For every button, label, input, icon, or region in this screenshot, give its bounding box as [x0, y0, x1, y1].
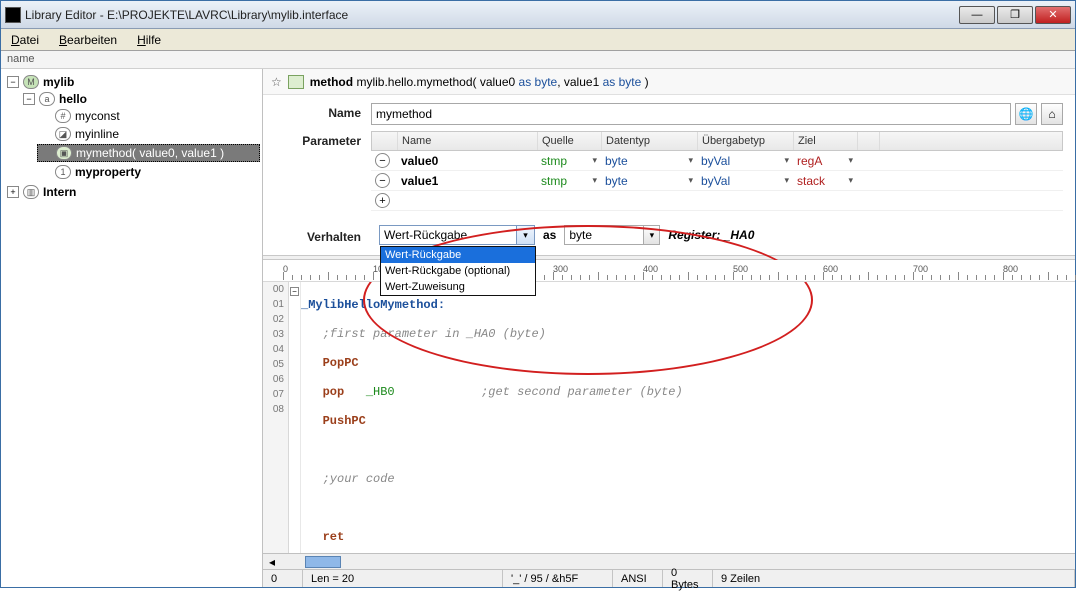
chevron-down-icon[interactable]: ▾ [784, 175, 789, 186]
menu-help[interactable]: Hilfe [133, 31, 165, 49]
parameter-table: Name Quelle Datentyp Übergabetyp Ziel − … [371, 131, 1063, 211]
tree-label: hello [59, 92, 87, 106]
fold-icon[interactable]: − [290, 287, 299, 296]
star-icon: ☆ [271, 75, 282, 89]
tree-label: Intern [43, 185, 76, 199]
window-controls: — ❐ ✕ [957, 6, 1071, 24]
scroll-left-icon[interactable]: ◂ [263, 555, 281, 569]
name-input[interactable] [371, 103, 1011, 125]
folder-icon: ▥ [23, 185, 39, 199]
expander-icon[interactable]: − [7, 76, 19, 88]
dropdown-option[interactable]: Wert-Zuweisung [381, 279, 535, 295]
tree-node-intern[interactable]: + ▥ Intern [5, 184, 260, 200]
table-row[interactable]: − value1 stmp▾ byte▾ byVal▾ stack▾ [371, 171, 1063, 191]
tree-node-myinline[interactable]: ◪ myinline [37, 126, 260, 142]
tree-node-myproperty[interactable]: 1 myproperty [37, 164, 260, 180]
status-bytes: 0 Bytes [663, 570, 713, 587]
method-icon: ▣ [56, 146, 72, 160]
scrollbar-thumb[interactable] [305, 556, 341, 568]
remove-row-icon[interactable]: − [375, 153, 390, 168]
menu-file[interactable]: Datei [7, 31, 43, 49]
maximize-button[interactable]: ❐ [997, 6, 1033, 24]
status-len: Len = 20 [303, 570, 503, 587]
tree-label: myinline [75, 127, 119, 141]
chevron-down-icon[interactable]: ▾ [688, 155, 693, 166]
status-lines: 9 Zeilen [713, 570, 1075, 587]
tree-node-myconst[interactable]: # myconst [37, 108, 260, 124]
tree-node-mylib[interactable]: − M mylib [5, 74, 260, 90]
chevron-down-icon[interactable]: ▾ [848, 175, 853, 186]
chevron-down-icon[interactable]: ▾ [592, 175, 597, 186]
breadcrumb-text: method mylib.hello.mymethod( value0 as b… [310, 75, 649, 89]
add-row-icon[interactable]: + [375, 193, 390, 208]
status-encoding: ANSI [613, 570, 663, 587]
name-label: Name [275, 103, 371, 120]
col-name: Name [398, 132, 538, 150]
statusbar: 0 Len = 20 '_' / 95 / &h5F ANSI 0 Bytes … [263, 569, 1075, 587]
parameter-label: Parameter [275, 131, 371, 148]
remove-row-icon[interactable]: − [375, 173, 390, 188]
app-icon [5, 7, 21, 23]
globe-button[interactable]: 🌐 [1015, 103, 1037, 125]
table-row[interactable]: − value0 stmp▾ byte▾ byVal▾ regA▾ [371, 151, 1063, 171]
type-select[interactable]: byte ▾ [564, 225, 660, 245]
chevron-down-icon[interactable]: ▾ [516, 226, 534, 244]
horizontal-scrollbar[interactable]: ◂ [263, 553, 1075, 569]
tree-label: myconst [75, 109, 120, 123]
col-ziel: Ziel [794, 132, 858, 150]
code-editor[interactable]: _MylibHelloMymethod: ;first parameter in… [301, 282, 1075, 553]
const-icon: # [55, 109, 71, 123]
window-title: Library Editor - E:\PROJEKTE\LAVRC\Libra… [25, 8, 957, 22]
tree-node-hello[interactable]: − a hello [21, 91, 260, 107]
fold-column: − [289, 282, 301, 553]
dropdown-option[interactable]: Wert-Rückgabe (optional) [381, 263, 535, 279]
col-datentyp: Datentyp [602, 132, 698, 150]
status-cell: 0 [263, 570, 303, 587]
tree-node-mymethod[interactable]: ▣ mymethod( value0, value1 ) [37, 144, 260, 162]
close-button[interactable]: ✕ [1035, 6, 1071, 24]
expander-icon[interactable]: − [23, 93, 35, 105]
table-row-add: + [371, 191, 1063, 211]
as-label: as [543, 228, 556, 242]
col-quelle: Quelle [538, 132, 602, 150]
chevron-down-icon[interactable]: ▾ [592, 155, 597, 166]
chevron-down-icon[interactable]: ▾ [643, 226, 659, 244]
verhalten-label: Verhalten [275, 227, 371, 244]
chevron-down-icon[interactable]: ▾ [688, 175, 693, 186]
type-value: byte [569, 228, 592, 242]
register-label: Register: _HA0 [668, 228, 754, 242]
dropdown-option[interactable]: Wert-Rückgabe [381, 247, 535, 263]
method-icon [288, 75, 304, 89]
menubar: Datei Bearbeiten Hilfe [1, 29, 1075, 51]
verhalten-select[interactable]: Wert-Rückgabe ▾ Wert-Rückgabe Wert-Rückg… [379, 225, 535, 245]
tree-label: myproperty [75, 165, 141, 179]
table-header: Name Quelle Datentyp Übergabetyp Ziel [371, 131, 1063, 151]
tree-label: mymethod( value0, value1 ) [76, 146, 224, 160]
module-icon: M [23, 75, 39, 89]
chevron-down-icon[interactable]: ▾ [784, 155, 789, 166]
line-gutter: 000102030405060708 [263, 282, 289, 553]
minimize-button[interactable]: — [959, 6, 995, 24]
tree-label: mylib [43, 75, 74, 89]
tree-column-header: name [1, 51, 1075, 69]
property-icon: 1 [55, 165, 71, 179]
class-icon: a [39, 92, 55, 106]
status-char: '_' / 95 / &h5F [503, 570, 613, 587]
verhalten-value: Wert-Rückgabe [384, 228, 467, 242]
menu-edit[interactable]: Bearbeiten [55, 31, 121, 49]
breadcrumb: ☆ method mylib.hello.mymethod( value0 as… [263, 69, 1075, 95]
chevron-down-icon[interactable]: ▾ [848, 155, 853, 166]
inline-icon: ◪ [55, 127, 71, 141]
expander-icon[interactable]: + [7, 186, 19, 198]
home-button[interactable]: ⌂ [1041, 103, 1063, 125]
verhalten-dropdown: Wert-Rückgabe Wert-Rückgabe (optional) W… [380, 246, 536, 296]
sidebar-tree[interactable]: − M mylib − a hello [1, 69, 263, 587]
col-ubergabetyp: Übergabetyp [698, 132, 794, 150]
titlebar: Library Editor - E:\PROJEKTE\LAVRC\Libra… [1, 1, 1075, 29]
